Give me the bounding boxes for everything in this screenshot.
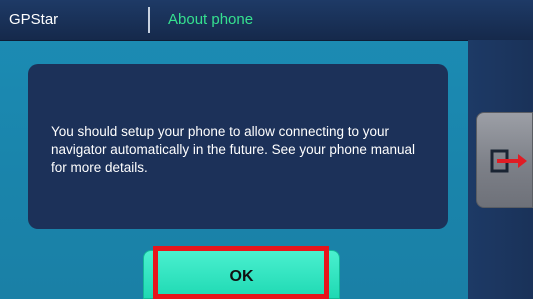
page-title: About phone — [168, 11, 254, 28]
message-box: You should setup your phone to allow con… — [28, 64, 448, 229]
app-title: GPStar — [9, 11, 59, 28]
ok-button-label: OK — [229, 268, 254, 285]
title-bar: GPStar About phone — [0, 0, 533, 41]
title-divider — [148, 7, 150, 33]
exit-button[interactable] — [476, 112, 533, 208]
exit-icon — [490, 149, 527, 173]
message-text: You should setup your phone to allow con… — [51, 124, 415, 175]
screen: GPStar About phone You should setup your… — [0, 0, 533, 299]
ok-button[interactable]: OK — [143, 250, 340, 299]
